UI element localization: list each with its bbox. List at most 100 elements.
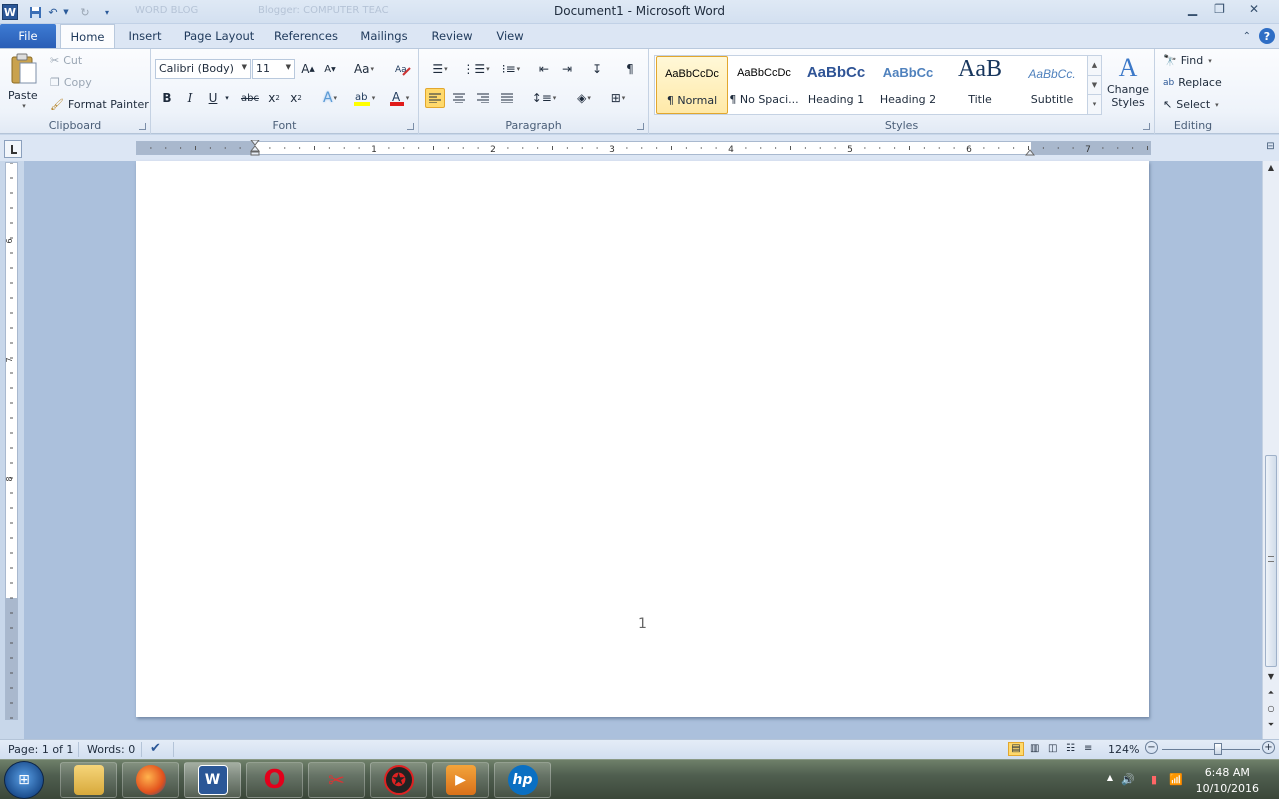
horizontal-ruler[interactable]: 1 2 3 4 5 6 7	[136, 139, 1151, 156]
indent-marker-icon[interactable]	[249, 139, 261, 156]
word-count[interactable]: Words: 0	[87, 743, 135, 756]
draft-icon[interactable]: ≡	[1084, 743, 1092, 754]
bold-button[interactable]: B	[157, 88, 177, 108]
decrease-indent-icon[interactable]: ⇤	[534, 59, 554, 79]
multilevel-list-button[interactable]: ⁝≡ ▾	[497, 59, 525, 79]
start-button[interactable]: ⊞	[4, 761, 44, 799]
vertical-scrollbar[interactable]: ▲ ▼ ⏶ ○ ⏷	[1262, 161, 1279, 739]
tab-file[interactable]: File	[0, 24, 56, 48]
paste-button[interactable]: Paste ▾	[8, 53, 40, 113]
replace-button[interactable]: ab Replace	[1163, 76, 1222, 89]
style-heading-1[interactable]: AaBbCc Heading 1	[800, 56, 872, 114]
subscript-button[interactable]: x2	[264, 88, 284, 108]
zoom-slider-thumb[interactable]	[1213, 743, 1222, 755]
restore-button[interactable]: ❐	[1206, 0, 1233, 18]
shrink-font-button[interactable]: A ▼	[320, 59, 340, 79]
battery-icon[interactable]: ▮	[1151, 773, 1157, 786]
taskbar-hp[interactable]: hp	[494, 762, 551, 798]
clear-formatting-icon[interactable]: Aa	[393, 59, 413, 79]
outline-icon[interactable]: ☷	[1066, 743, 1075, 754]
gallery-down-icon[interactable]: ▼	[1088, 75, 1101, 94]
format-painter-button[interactable]: 🖌 Format Painter	[50, 98, 149, 111]
scroll-thumb[interactable]	[1265, 455, 1277, 667]
tab-selector-icon[interactable]	[4, 140, 22, 158]
style-normal[interactable]: AaBbCcDc ¶ Normal	[656, 56, 728, 114]
change-case-button[interactable]: Aa ▾	[349, 59, 379, 79]
bullets-button[interactable]: ☰ ▾	[425, 59, 455, 79]
gallery-more-icon[interactable]: ▾	[1088, 94, 1101, 113]
web-layout-icon[interactable]: ◫	[1048, 743, 1057, 754]
increase-indent-icon[interactable]: ⇥	[557, 59, 577, 79]
select-button[interactable]: ↖ Select ▾	[1163, 98, 1219, 111]
copy-button[interactable]: ❐ Copy	[50, 76, 92, 89]
tab-references[interactable]: References	[270, 24, 342, 48]
change-styles-button[interactable]: A Change Styles	[1104, 53, 1152, 115]
taskbar-opera[interactable]: O	[246, 762, 303, 798]
right-indent-marker-icon[interactable]	[1024, 146, 1036, 156]
clock[interactable]: 6:48 AM 10/10/2016	[1196, 765, 1259, 797]
borders-button[interactable]: ⊞ ▾	[603, 88, 633, 108]
zoom-slider[interactable]	[1162, 749, 1260, 750]
align-left-icon[interactable]	[425, 88, 445, 108]
grow-font-button[interactable]: A ▲	[298, 59, 318, 79]
next-page-icon[interactable]: ⏷	[1263, 720, 1279, 730]
align-right-icon[interactable]	[473, 88, 493, 108]
style-title[interactable]: AaB Title	[944, 56, 1016, 114]
highlight-color-button[interactable]: ab ▾	[347, 88, 381, 108]
volume-icon[interactable]: 🔊	[1121, 773, 1135, 786]
scroll-down-icon[interactable]: ▼	[1263, 672, 1279, 681]
full-screen-reading-icon[interactable]: ▥	[1030, 743, 1039, 754]
close-button[interactable]: ✕	[1233, 0, 1275, 18]
underline-button[interactable]: U	[203, 88, 223, 108]
tab-review[interactable]: Review	[426, 24, 478, 48]
taskbar-explorer[interactable]	[60, 762, 117, 798]
font-name-dropdown[interactable]: Calibri (Body) ▼	[155, 59, 251, 79]
line-spacing-button[interactable]: ↕≡ ▾	[529, 88, 559, 108]
font-size-dropdown[interactable]: 11 ▼	[252, 59, 295, 79]
style-subtitle[interactable]: AaBbCc. Subtitle	[1016, 56, 1088, 114]
paragraph-launcher-icon[interactable]	[637, 123, 644, 130]
taskbar-game[interactable]: ✪	[370, 762, 427, 798]
text-effects-button[interactable]: A ▾	[317, 88, 343, 108]
tab-home[interactable]: Home	[60, 24, 115, 49]
find-button[interactable]: 🔭 Find ▾	[1163, 54, 1212, 67]
style-no-spacing[interactable]: AaBbCcDc ¶ No Spaci...	[728, 56, 800, 114]
network-icon[interactable]: 📶	[1169, 773, 1183, 786]
justify-icon[interactable]	[497, 88, 517, 108]
italic-button[interactable]: I	[180, 88, 200, 108]
help-icon[interactable]: ?	[1259, 28, 1275, 44]
show-formatting-button[interactable]: ¶	[620, 59, 640, 79]
prev-page-icon[interactable]: ⏶	[1263, 688, 1279, 698]
taskbar-media[interactable]: ▶	[432, 762, 489, 798]
zoom-in-icon[interactable]: +	[1262, 741, 1275, 754]
taskbar-firefox[interactable]	[122, 762, 179, 798]
styles-launcher-icon[interactable]	[1143, 123, 1150, 130]
paste-dropdown-icon[interactable]: ▾	[8, 102, 40, 110]
minimize-button[interactable]: ▁	[1179, 0, 1206, 18]
tab-insert[interactable]: Insert	[122, 24, 168, 48]
strikethrough-button[interactable]: abc	[238, 88, 262, 108]
taskbar-snipping[interactable]: ✂	[308, 762, 365, 798]
view-ruler-icon[interactable]: ⊟	[1262, 141, 1279, 161]
scroll-up-icon[interactable]: ▲	[1263, 163, 1279, 172]
print-layout-icon[interactable]: ▤	[1008, 742, 1024, 756]
browse-object-icon[interactable]: ○	[1263, 704, 1279, 713]
tab-page-layout[interactable]: Page Layout	[180, 24, 258, 48]
align-center-icon[interactable]	[449, 88, 469, 108]
sort-icon[interactable]: ↧	[587, 59, 607, 79]
page-count[interactable]: Page: 1 of 1	[8, 743, 73, 756]
zoom-level[interactable]: 124%	[1108, 743, 1139, 756]
vertical-ruler[interactable]: 6 7 8	[5, 162, 18, 720]
numbering-button[interactable]: ⋮☰ ▾	[461, 59, 491, 79]
cut-button[interactable]: ✂ Cut	[50, 54, 82, 67]
clipboard-launcher-icon[interactable]	[139, 123, 146, 130]
shading-button[interactable]: ◈ ▾	[569, 88, 599, 108]
gallery-up-icon[interactable]: ▲	[1088, 56, 1101, 75]
show-hidden-icons-icon[interactable]: ▲	[1107, 773, 1113, 782]
document-page[interactable]: 1	[136, 161, 1149, 717]
taskbar-word[interactable]: W	[184, 762, 241, 798]
font-color-button[interactable]: A ▾	[384, 88, 414, 108]
font-launcher-icon[interactable]	[407, 123, 414, 130]
tab-view[interactable]: View	[490, 24, 530, 48]
superscript-button[interactable]: x2	[286, 88, 306, 108]
